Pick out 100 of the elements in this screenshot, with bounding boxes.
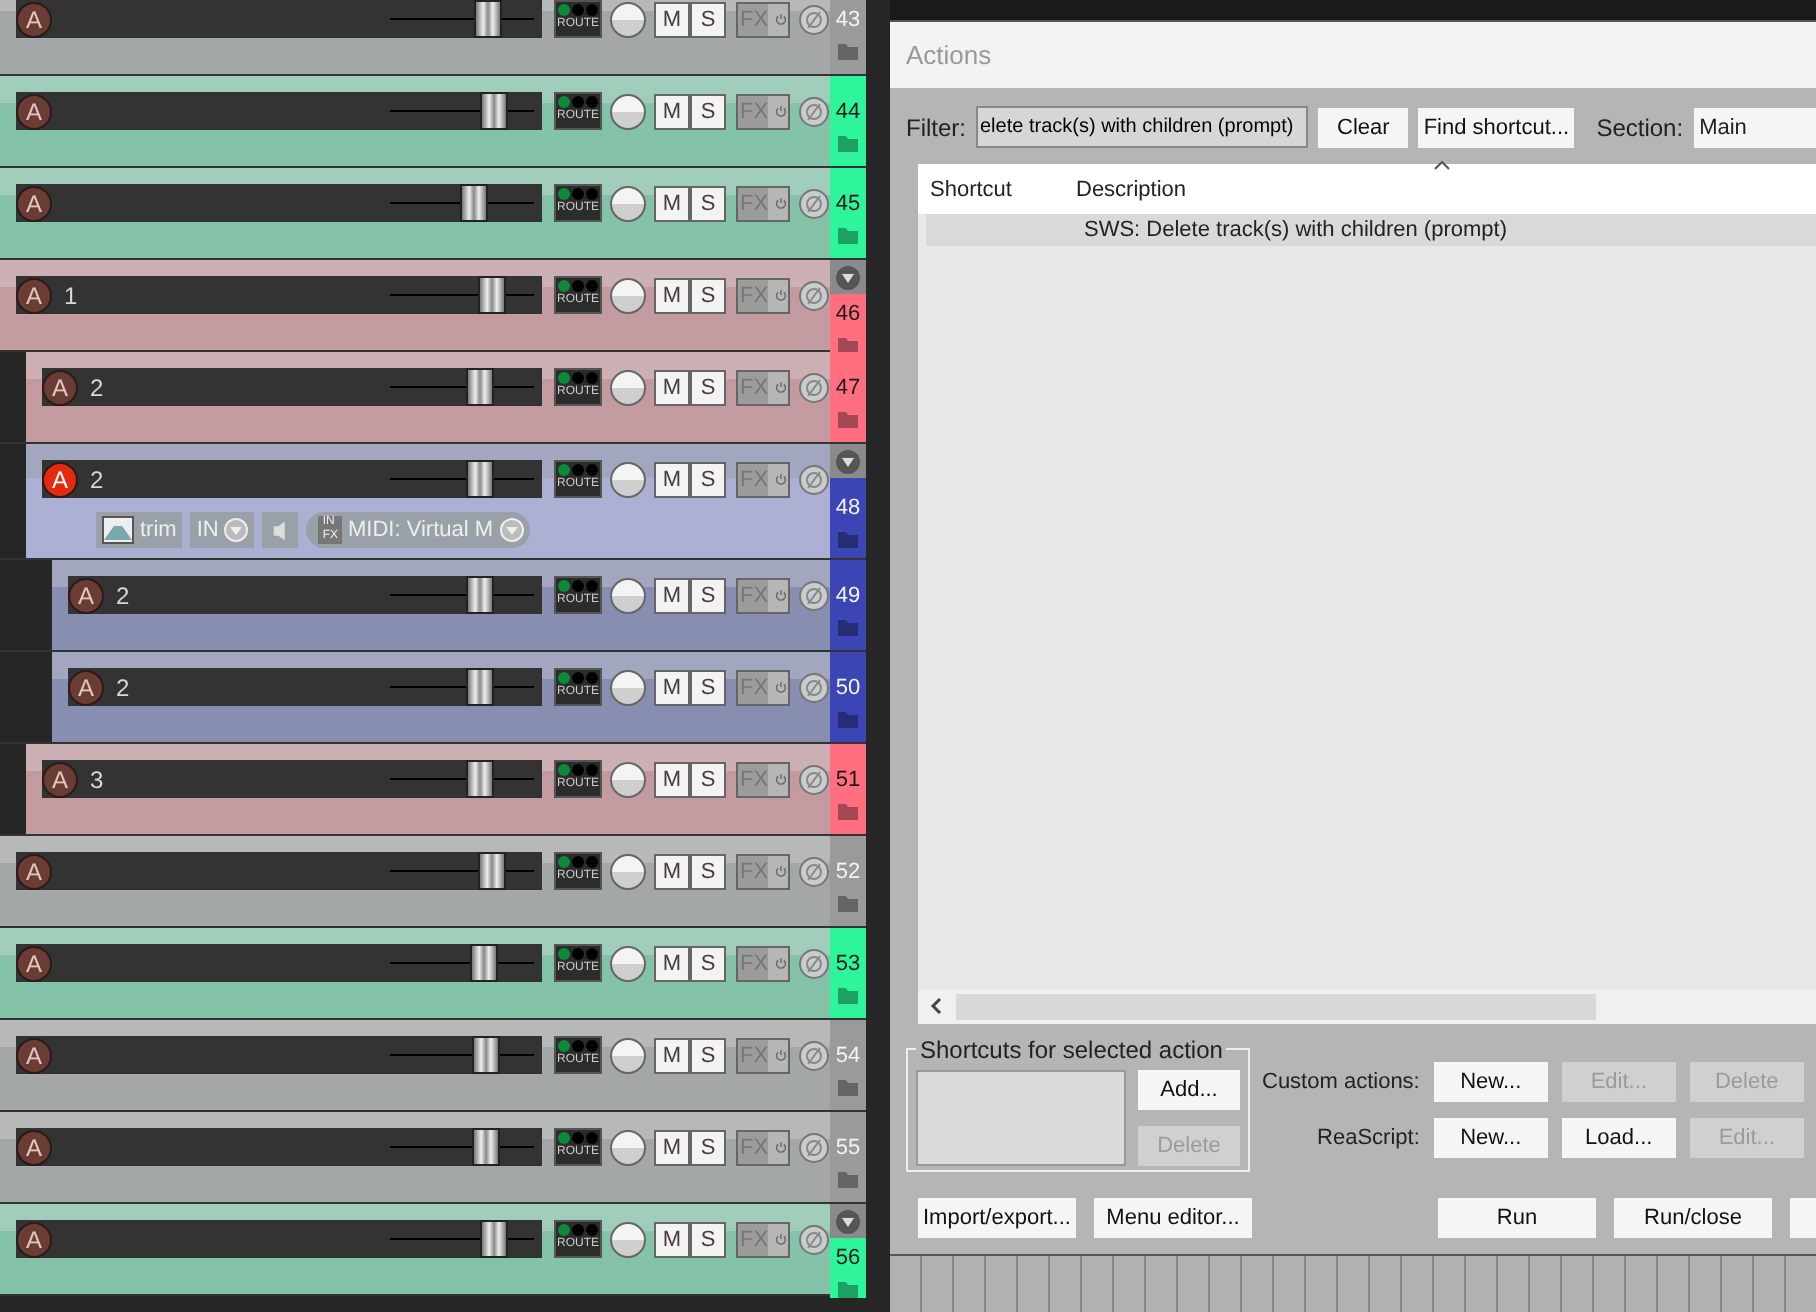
pan-knob[interactable] [610,577,646,613]
track-number-tab[interactable]: 46 [830,294,866,354]
fader-handle[interactable] [478,852,507,890]
record-arm-button[interactable]: A [16,277,52,313]
track-number-tab[interactable]: 47 [830,352,866,442]
mute-button[interactable]: M [654,369,690,405]
phase-icon[interactable] [798,947,830,979]
record-arm-button[interactable]: A [16,1129,52,1165]
arrange-grid[interactable] [890,1254,1816,1312]
scrollbar-thumb[interactable] [956,993,1596,1020]
mute-button[interactable]: M [654,1129,690,1165]
mute-button[interactable]: M [654,93,690,129]
solo-button[interactable]: S [690,93,726,129]
solo-button[interactable]: S [690,1129,726,1165]
reascript-button[interactable]: Load... [1561,1117,1676,1158]
dialog-button[interactable]: Import/export... [918,1197,1076,1238]
clear-button[interactable]: Clear [1318,107,1409,148]
column-header[interactable]: Description [1076,178,1187,203]
track-number-tab[interactable]: 48 [830,478,866,558]
track-name-bar[interactable]: A [16,0,542,38]
track-number-tab[interactable]: 56 [830,1238,866,1298]
mute-button[interactable]: M [654,1037,690,1073]
track-name-bar[interactable]: A 2 [68,668,542,706]
track-name-bar[interactable]: A 2 [68,576,542,614]
mute-button[interactable]: M [654,761,690,797]
pan-knob[interactable] [610,669,646,705]
find-shortcut-button[interactable]: Find shortcut... [1418,107,1575,148]
pan-knob[interactable] [610,1,646,37]
track-number-tab[interactable]: 44 [830,76,866,166]
track-name-bar[interactable]: A [16,1036,542,1074]
solo-button[interactable]: S [690,1037,726,1073]
mute-button[interactable]: M [654,945,690,981]
record-arm-button[interactable]: A [42,761,78,797]
actions-list[interactable]: Shortcut Description SWS: Delete track(s) with children (prompt) [918,163,1816,1024]
fader-handle[interactable] [466,576,495,614]
custom-action-button[interactable]: New... [1433,1061,1548,1102]
mute-button[interactable]: M [654,577,690,613]
section-dropdown[interactable]: Main [1693,107,1816,148]
phase-icon[interactable] [798,1131,830,1163]
pan-knob[interactable] [610,277,646,313]
track-number-tab[interactable]: 50 [830,652,866,742]
mute-button[interactable]: M [654,277,690,313]
fader-handle[interactable] [466,760,495,798]
phase-icon[interactable] [798,279,830,311]
scroll-left-icon[interactable] [930,998,942,1015]
phase-icon[interactable] [798,1223,830,1255]
track-name-bar[interactable]: A [16,852,542,890]
phase-icon[interactable] [798,3,830,35]
run-button[interactable]: Run [1438,1197,1596,1238]
pan-knob[interactable] [610,1037,646,1073]
pan-knob[interactable] [610,461,646,497]
solo-button[interactable]: S [690,577,726,613]
solo-button[interactable]: S [690,369,726,405]
phase-icon[interactable] [798,855,830,887]
track-name-bar[interactable]: A [16,1128,542,1166]
fader-handle[interactable] [478,276,507,314]
mute-button[interactable]: M [654,853,690,889]
horizontal-scrollbar[interactable] [918,989,1816,1024]
mute-button[interactable]: M [654,669,690,705]
phase-icon[interactable] [798,579,830,611]
dialog-button[interactable]: Menu editor... [1094,1197,1252,1238]
record-arm-button[interactable]: A [42,461,78,497]
record-arm-button[interactable]: A [16,1,52,37]
record-arm-button[interactable]: A [68,577,104,613]
solo-button[interactable]: S [690,461,726,497]
phase-icon[interactable] [798,187,830,219]
pan-knob[interactable] [610,93,646,129]
record-arm-button[interactable]: A [16,945,52,981]
phase-icon[interactable] [798,371,830,403]
collapse-icon[interactable] [836,450,860,474]
mute-button[interactable]: M [654,461,690,497]
pan-knob[interactable] [610,945,646,981]
track-name-bar[interactable]: A 1 [16,276,542,314]
run-button[interactable]: Run/close [1614,1197,1772,1238]
solo-button[interactable]: S [690,1221,726,1257]
track-name-bar[interactable]: A [16,944,542,982]
solo-button[interactable]: S [690,277,726,313]
solo-button[interactable]: S [690,1,726,37]
solo-button[interactable]: S [690,669,726,705]
track-number-tab[interactable]: 45 [830,168,866,258]
mute-button[interactable]: M [654,1221,690,1257]
pan-knob[interactable] [610,1221,646,1257]
phase-icon[interactable] [798,463,830,495]
track-number-tab[interactable]: 51 [830,744,866,834]
pan-knob[interactable] [610,1129,646,1165]
phase-icon[interactable] [798,763,830,795]
fader-handle[interactable] [466,668,495,706]
phase-icon[interactable] [798,671,830,703]
fader-handle[interactable] [466,460,495,498]
pan-knob[interactable] [610,853,646,889]
reascript-button[interactable]: New... [1433,1117,1548,1158]
record-arm-button[interactable]: A [42,369,78,405]
record-arm-button[interactable]: A [16,853,52,889]
fader-handle[interactable] [472,1036,501,1074]
track-name-bar[interactable]: A [16,92,542,130]
record-arm-button[interactable]: A [16,1221,52,1257]
mute-button[interactable]: M [654,185,690,221]
fader-handle[interactable] [472,1128,501,1166]
phase-icon[interactable] [798,1039,830,1071]
filter-field[interactable]: elete track(s) with children (prompt) [976,106,1309,149]
